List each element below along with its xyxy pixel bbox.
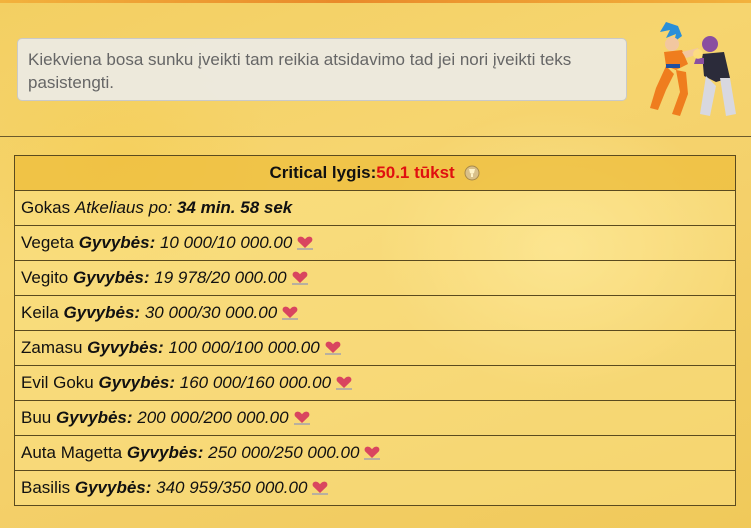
- gokas-name: Gokas: [21, 198, 71, 217]
- boss-cell: Evil Goku Gyvybės: 160 000/160 000.00: [14, 365, 736, 401]
- table-row: Evil Goku Gyvybės: 160 000/160 000.00: [14, 365, 736, 401]
- gokas-cell: Gokas Atkeliaus po: 34 min. 58 sek: [14, 190, 736, 226]
- hp-label: Gyvybės:: [126, 443, 204, 462]
- boss-name: Vegeta: [21, 233, 74, 252]
- boss-name: Evil Goku: [21, 373, 94, 392]
- table-row: Buu Gyvybės: 200 000/200 000.00: [14, 400, 736, 436]
- arrival-label: Atkeliaus po:: [74, 198, 173, 217]
- table-row: Basilis Gyvybės: 340 959/350 000.00: [14, 470, 736, 506]
- table-row: Vegeta Gyvybės: 10 000/10 000.00: [14, 225, 736, 261]
- table-row: Vegito Gyvybės: 19 978/20 000.00: [14, 260, 736, 296]
- hp-value: 340 959/350 000.00: [156, 478, 308, 497]
- heart-icon: [312, 481, 329, 495]
- boss-cell: Keila Gyvybės: 30 000/30 000.00: [14, 295, 736, 331]
- critical-level-cell: Critical lygis:50.1 tūkst: [14, 155, 736, 191]
- boss-name: Vegito: [21, 268, 69, 287]
- table-row: Auta Magetta Gyvybės: 250 000/250 000.00: [14, 435, 736, 471]
- boss-name: Buu: [21, 408, 52, 427]
- critical-value: 50.1 tūkst: [376, 163, 455, 182]
- heart-icon: [336, 376, 353, 390]
- hp-value: 19 978/20 000.00: [154, 268, 287, 287]
- hp-value: 250 000/250 000.00: [208, 443, 360, 462]
- hp-value: 160 000/160 000.00: [179, 373, 332, 392]
- info-text: Kiekviena bosa sunku įveikti tam reikia …: [28, 50, 572, 92]
- arrival-time: 34 min. 58 sek: [176, 198, 293, 217]
- boss-cell: Vegeta Gyvybės: 10 000/10 000.00: [14, 225, 736, 261]
- fighters-image: [650, 22, 736, 116]
- boss-cell: Zamasu Gyvybės: 100 000/100 000.00: [14, 330, 736, 366]
- hp-label: Gyvybės:: [87, 338, 164, 357]
- hp-label: Gyvybės:: [78, 233, 156, 252]
- critical-label: Critical lygis:: [269, 163, 377, 182]
- boss-name: Zamasu: [21, 338, 83, 357]
- info-box: Kiekviena bosa sunku įveikti tam reikia …: [17, 38, 627, 101]
- table-row: Gokas Atkeliaus po: 34 min. 58 sek: [14, 190, 736, 226]
- heart-icon: [291, 271, 308, 285]
- boss-table: Critical lygis:50.1 tūkst Gokas Atkeliau…: [14, 155, 736, 506]
- table-header-row: Critical lygis:50.1 tūkst: [14, 155, 736, 191]
- hp-value: 100 000/100 000.00: [168, 338, 320, 357]
- heart-icon: [293, 411, 310, 425]
- boss-name: Auta Magetta: [21, 443, 123, 462]
- boss-cell: Buu Gyvybės: 200 000/200 000.00: [14, 400, 736, 436]
- table-row: Zamasu Gyvybės: 100 000/100 000.00: [14, 330, 736, 366]
- heart-icon: [282, 306, 299, 320]
- divider: [0, 136, 751, 137]
- boss-cell: Auta Magetta Gyvybės: 250 000/250 000.00: [14, 435, 736, 471]
- boss-name: Keila: [21, 303, 59, 322]
- table-row: Keila Gyvybės: 30 000/30 000.00: [14, 295, 736, 331]
- hp-label: Gyvybės:: [98, 373, 176, 392]
- hp-value: 10 000/10 000.00: [159, 233, 293, 252]
- hp-label: Gyvybės:: [63, 303, 141, 322]
- trophy-icon: [464, 165, 480, 181]
- boss-cell: Basilis Gyvybės: 340 959/350 000.00: [14, 470, 736, 506]
- hp-label: Gyvybės:: [74, 478, 152, 497]
- boss-cell: Vegito Gyvybės: 19 978/20 000.00: [14, 260, 736, 296]
- hp-value: 200 000/200 000.00: [137, 408, 289, 427]
- hp-label: Gyvybės:: [73, 268, 150, 287]
- hp-label: Gyvybės:: [55, 408, 133, 427]
- heart-icon: [364, 446, 381, 460]
- hp-value: 30 000/30 000.00: [144, 303, 278, 322]
- heart-icon: [324, 341, 341, 355]
- top-strip: [0, 0, 751, 3]
- boss-name: Basilis: [21, 478, 71, 497]
- heart-icon: [297, 236, 314, 250]
